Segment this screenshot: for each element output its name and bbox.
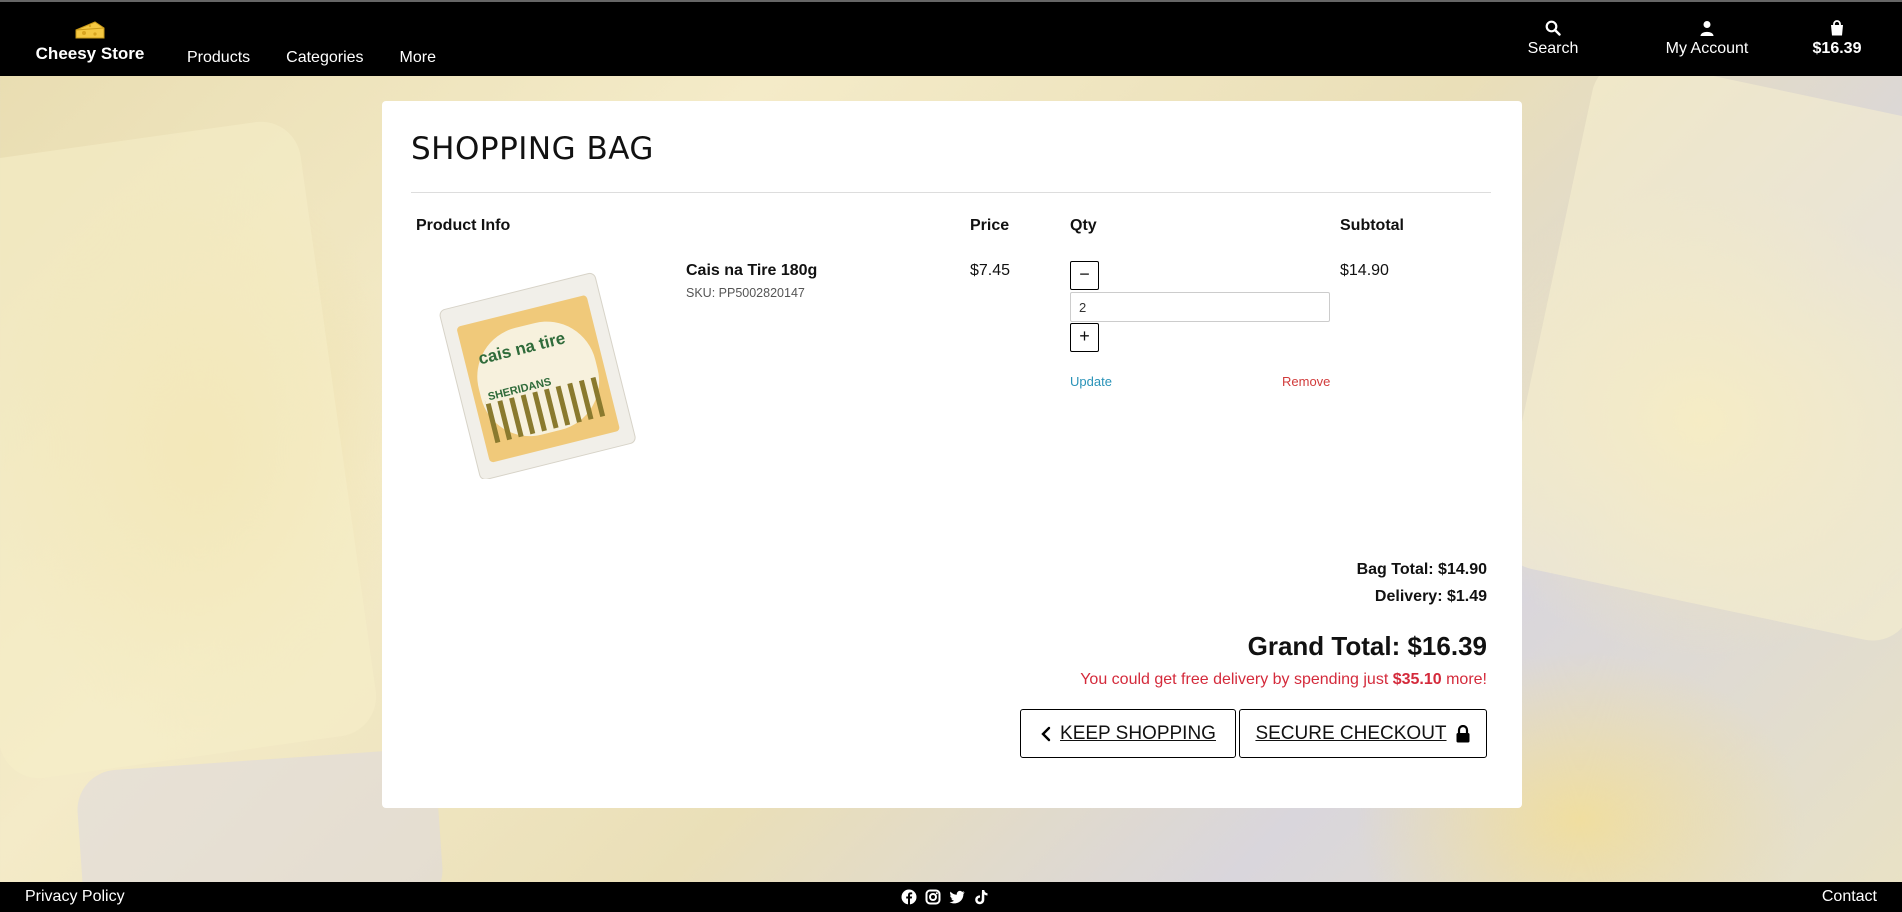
social-links [901, 889, 989, 905]
footer: Privacy Policy Contact [0, 882, 1902, 912]
column-header-product-info: Product Info [416, 217, 511, 234]
free-delivery-amount: $35.10 [1392, 671, 1442, 688]
bag-button[interactable]: $16.39 [1802, 20, 1872, 58]
my-account-label: My Account [1665, 40, 1749, 57]
delivery-cost: Delivery: $1.49 [1374, 588, 1487, 605]
user-icon [1700, 21, 1714, 36]
nav-actions: Search My Account $16.39 [1518, 20, 1902, 58]
lock-icon [1456, 724, 1470, 742]
nav-categories[interactable]: Categories [286, 49, 363, 67]
free-delivery-prefix: You could get free delivery by spending … [1080, 671, 1393, 688]
my-account-button[interactable]: My Account [1642, 20, 1772, 58]
nav-products[interactable]: Products [187, 49, 250, 67]
increment-qty-button[interactable]: + [1070, 323, 1099, 352]
search-button[interactable]: Search [1518, 20, 1588, 58]
secure-checkout-label: SECURE CHECKOUT [1255, 722, 1447, 744]
secure-checkout-button[interactable]: SECURE CHECKOUT [1239, 709, 1487, 758]
chevron-left-icon [1041, 726, 1051, 741]
plus-icon: + [1079, 326, 1090, 346]
shopping-bag-icon [1831, 20, 1843, 36]
decrement-qty-button[interactable]: − [1070, 261, 1099, 290]
cheese-icon [75, 21, 105, 39]
page-title: SHOPPING BAG [411, 131, 654, 167]
shopping-bag-card: SHOPPING BAG Product Info Price Qty Subt… [382, 101, 1522, 808]
instagram-icon[interactable] [925, 889, 941, 905]
twitter-icon[interactable] [949, 889, 965, 905]
background-cheese [0, 116, 382, 784]
minus-icon: − [1079, 264, 1090, 284]
keep-shopping-label: KEEP SHOPPING [1060, 722, 1216, 744]
column-header-price: Price [970, 217, 1010, 234]
divider [411, 192, 1491, 193]
contact-link[interactable]: Contact [1822, 888, 1877, 906]
product-subtotal: $14.90 [1340, 262, 1389, 279]
main-nav: Products Categories More [187, 49, 436, 67]
remove-link[interactable]: Remove [1282, 374, 1330, 389]
product-price: $7.45 [970, 262, 1011, 279]
column-header-qty: Qty [1070, 217, 1097, 234]
free-delivery-suffix: more! [1441, 671, 1487, 688]
grand-total: Grand Total: $16.39 [1247, 631, 1487, 661]
column-header-subtotal: Subtotal [1340, 217, 1404, 234]
tiktok-icon[interactable] [973, 889, 989, 905]
top-navbar: Cheesy Store Products Categories More Se… [0, 0, 1902, 76]
update-link[interactable]: Update [1070, 374, 1112, 389]
product-image: cais na tire SHERIDANS [439, 272, 636, 479]
brand-logo[interactable]: Cheesy Store [30, 18, 150, 64]
product-name[interactable]: Cais na Tire 180g [686, 262, 817, 280]
search-label: Search [1527, 40, 1579, 57]
free-delivery-message: You could get free delivery by spending … [1080, 671, 1487, 689]
privacy-policy-link[interactable]: Privacy Policy [25, 888, 125, 906]
bag-total: Bag Total: $14.90 [1356, 561, 1487, 578]
nav-more[interactable]: More [400, 49, 436, 67]
bag-total-label: $16.39 [1812, 40, 1862, 57]
product-sku: SKU: PP5002820147 [686, 286, 805, 300]
keep-shopping-button[interactable]: KEEP SHOPPING [1020, 709, 1236, 758]
search-icon [1545, 20, 1561, 36]
facebook-icon[interactable] [901, 889, 917, 905]
background-cheese [1492, 52, 1902, 648]
brand-name: Cheesy Store [35, 44, 145, 63]
quantity-input[interactable] [1070, 292, 1330, 322]
